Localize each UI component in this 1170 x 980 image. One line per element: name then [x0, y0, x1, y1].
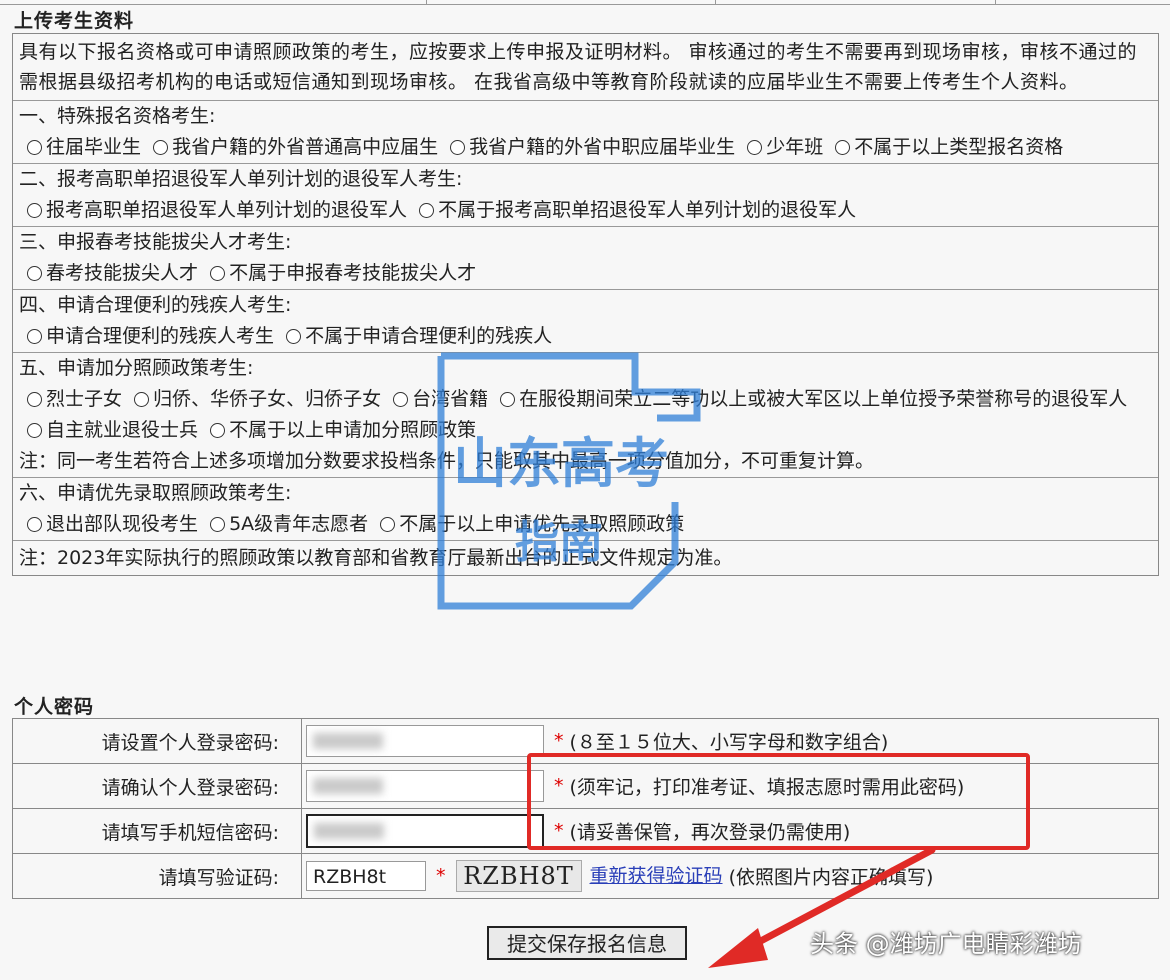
- radio-option[interactable]: 我省户籍的外省中职应届毕业生: [444, 136, 735, 158]
- upload-materials-box: 具有以下报名资格或可申请照顾政策的考生，应按要求上传申报及证明材料。 审核通过的…: [12, 33, 1159, 576]
- submit-registration-button[interactable]: 提交保存报名信息: [487, 926, 687, 960]
- radio-icon[interactable]: [210, 423, 226, 438]
- radio-icon[interactable]: [393, 392, 409, 407]
- field-label: 请填写手机短信密码:: [12, 808, 302, 854]
- captcha-row: 请填写验证码: RZBH8t * RZBH8T 重新获得验证码 (依照图片内容正确填写…: [12, 853, 1159, 899]
- radio-option[interactable]: 5A级青年志愿者: [204, 513, 368, 535]
- required-mark: *: [436, 864, 446, 887]
- group-title: 五、申请加分照顾政策考生:: [19, 357, 254, 379]
- radio-option[interactable]: 少年班: [741, 136, 823, 158]
- radio-icon[interactable]: [380, 517, 396, 532]
- radio-icon[interactable]: [450, 140, 466, 155]
- field-label: 请设置个人登录密码:: [12, 718, 302, 764]
- upload-section-title: 上传考生资料: [14, 10, 135, 32]
- radio-icon[interactable]: [835, 140, 851, 155]
- radio-icon[interactable]: [27, 392, 42, 407]
- radio-icon[interactable]: [419, 203, 435, 218]
- group-disability: 四、申请合理便利的残疾人考生: 申请合理便利的残疾人考生 不属于申请合理便利的残…: [13, 290, 1158, 353]
- radio-option[interactable]: 烈士子女: [21, 388, 122, 410]
- radio-option[interactable]: 不属于申报春考技能拔尖人才: [204, 262, 476, 284]
- radio-icon[interactable]: [27, 423, 42, 438]
- highlight-box: [527, 753, 1030, 850]
- radio-icon[interactable]: [27, 329, 42, 344]
- masked-value: [314, 823, 384, 839]
- radio-option[interactable]: 不属于以上申请优先录取照顾政策: [374, 513, 684, 535]
- upload-intro: 具有以下报名资格或可申请照顾政策的考生，应按要求上传申报及证明材料。 审核通过的…: [13, 34, 1158, 101]
- top-table-edge: [0, 0, 1170, 5]
- radio-icon[interactable]: [153, 140, 169, 155]
- radio-option[interactable]: 不属于报考高职单招退役军人单列计划的退役军人: [413, 199, 856, 221]
- radio-option[interactable]: 不属于申请合理便利的残疾人: [280, 325, 552, 347]
- password-input[interactable]: [306, 725, 544, 757]
- radio-option[interactable]: 退出部队现役考生: [21, 513, 198, 535]
- sms-password-input[interactable]: [306, 814, 544, 848]
- radio-option[interactable]: 台湾省籍: [387, 388, 488, 410]
- group-title: 四、申请合理便利的残疾人考生:: [19, 294, 292, 316]
- radio-option[interactable]: 在服役期间荣立二等功以上或被大军区以上单位授予荣誉称号的退役军人: [494, 388, 1127, 410]
- required-mark: *: [554, 729, 564, 752]
- radio-icon[interactable]: [134, 392, 150, 407]
- radio-option[interactable]: 不属于以上类型报名资格: [829, 136, 1063, 158]
- radio-icon[interactable]: [210, 266, 226, 281]
- group-title: 三、申报春考技能拔尖人才考生:: [19, 231, 292, 253]
- radio-option[interactable]: 不属于以上申请加分照顾政策: [204, 419, 476, 441]
- radio-icon[interactable]: [500, 392, 516, 407]
- group-spring-talent: 三、申报春考技能拔尖人才考生: 春考技能拔尖人才 不属于申报春考技能拔尖人才: [13, 227, 1158, 290]
- source-watermark: 头条 @潍坊广电睛彩潍坊: [810, 930, 1082, 958]
- field-hint: (８至１５位大、小写字母和数字组合): [569, 731, 889, 754]
- radio-icon[interactable]: [747, 140, 763, 155]
- group-title: 一、特殊报名资格考生:: [19, 105, 216, 127]
- radio-option[interactable]: 自主就业退役士兵: [21, 419, 198, 441]
- policy-final-note: 注：2023年实际执行的照顾政策以教育部和省教育厅最新出台的正式文件规定为准。: [19, 547, 733, 569]
- captcha-image[interactable]: RZBH8T: [455, 860, 582, 892]
- radio-option[interactable]: 春考技能拔尖人才: [21, 262, 198, 284]
- password-section-title: 个人密码: [14, 696, 95, 718]
- radio-icon[interactable]: [27, 140, 42, 155]
- group-bonus-points: 五、申请加分照顾政策考生: 烈士子女 归侨、华侨子女、归侨子女 台湾省籍 在服役…: [13, 353, 1158, 478]
- group-veteran: 二、报考高职单招退役军人单列计划的退役军人考生: 报考高职单招退役军人单列计划的…: [13, 164, 1158, 227]
- field-label: 请填写验证码:: [12, 853, 302, 899]
- radio-option[interactable]: 报考高职单招退役军人单列计划的退役军人: [21, 199, 407, 221]
- group-priority-admission: 六、申请优先录取照顾政策考生: 退出部队现役考生 5A级青年志愿者 不属于以上申…: [13, 478, 1158, 541]
- radio-icon[interactable]: [286, 329, 302, 344]
- group-title: 二、报考高职单招退役军人单列计划的退役军人考生:: [19, 168, 463, 190]
- field-label: 请确认个人登录密码:: [12, 763, 302, 809]
- confirm-password-input[interactable]: [306, 770, 544, 802]
- radio-icon[interactable]: [27, 203, 42, 218]
- radio-icon[interactable]: [210, 517, 226, 532]
- group-note: 注：同一考生若符合上述多项增加分数要求投档条件，只能取其中最高一项分值加分，不可…: [19, 450, 875, 472]
- masked-value: [313, 733, 383, 749]
- group-title: 六、申请优先录取照顾政策考生:: [19, 482, 292, 504]
- radio-icon[interactable]: [27, 266, 42, 281]
- radio-option[interactable]: 往届毕业生: [21, 136, 141, 158]
- masked-value: [313, 778, 383, 794]
- radio-icon[interactable]: [27, 517, 42, 532]
- radio-option[interactable]: 申请合理便利的残疾人考生: [21, 325, 274, 347]
- captcha-input[interactable]: RZBH8t: [306, 861, 426, 891]
- group-special-qualification: 一、特殊报名资格考生: 往届毕业生 我省户籍的外省普通高中应届生 我省户籍的外省…: [13, 101, 1158, 164]
- radio-option[interactable]: 归侨、华侨子女、归侨子女: [128, 388, 381, 410]
- radio-option[interactable]: 我省户籍的外省普通高中应届生: [147, 136, 438, 158]
